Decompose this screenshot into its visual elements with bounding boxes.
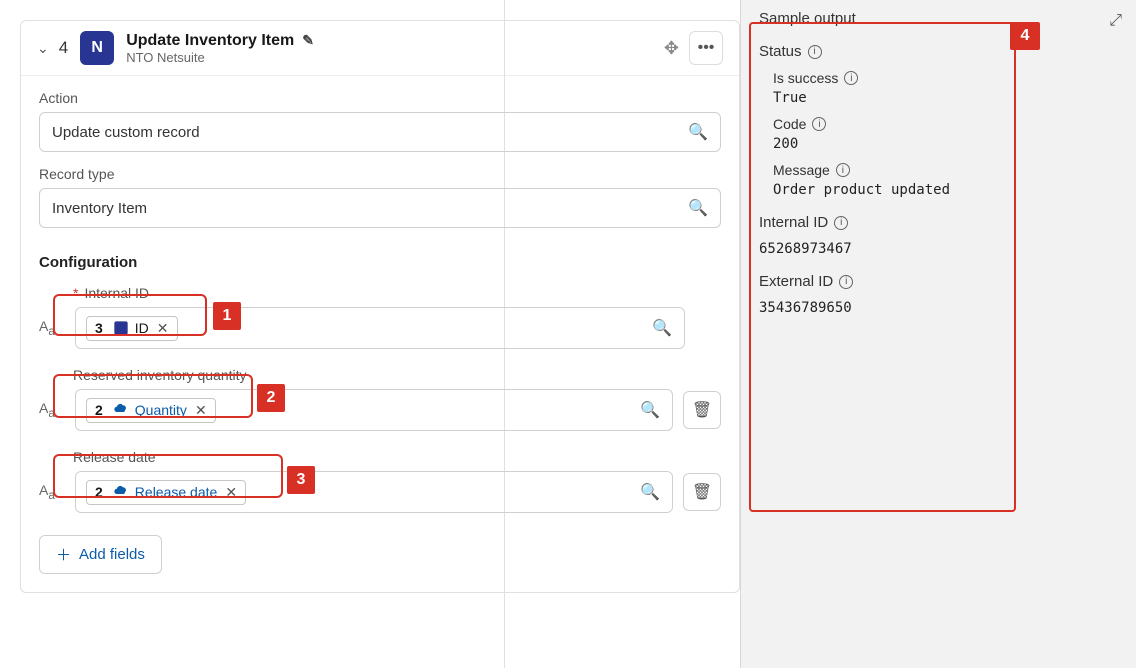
- internal-id-input[interactable]: 3 ID ✕ 🔍: [75, 307, 685, 349]
- info-icon[interactable]: i: [808, 45, 822, 59]
- search-icon: 🔍: [688, 198, 708, 218]
- is-success-value: True: [773, 90, 1118, 106]
- plus-icon: ＋: [56, 544, 71, 565]
- release-date-input[interactable]: 2 Release date ✕ 🔍: [75, 471, 673, 513]
- move-handle-icon[interactable]: ✥: [664, 38, 679, 59]
- step-card: ⌄ 4 N Update Inventory Item ✎ NTO Netsui…: [20, 20, 740, 593]
- salesforce-icon: [113, 484, 129, 500]
- remove-pill-icon[interactable]: ✕: [157, 320, 169, 337]
- search-icon: 🔍: [688, 122, 708, 142]
- netsuite-app-icon: N: [80, 31, 114, 65]
- code-value: 200: [773, 136, 1118, 152]
- release-date-pill[interactable]: 2 Release date ✕: [86, 480, 246, 505]
- text-type-icon: Aa: [39, 400, 65, 420]
- card-header: ⌄ 4 N Update Inventory Item ✎ NTO Netsui…: [21, 21, 739, 76]
- info-icon[interactable]: i: [834, 216, 848, 230]
- delete-field-button[interactable]: 🗑: [683, 391, 721, 429]
- action-select[interactable]: Update custom record 🔍: [39, 112, 721, 152]
- search-icon: 🔍: [640, 400, 660, 420]
- external-id-out-value: 35436789650: [759, 300, 1118, 316]
- action-label: Action: [39, 90, 721, 106]
- expand-icon[interactable]: ⤢: [1109, 12, 1122, 30]
- search-icon: 🔍: [640, 482, 660, 502]
- external-id-out-label: External ID: [759, 273, 833, 290]
- salesforce-icon: [113, 402, 129, 418]
- message-value: Order product updated: [773, 182, 1118, 198]
- text-type-icon: Aa: [39, 318, 65, 338]
- code-label: Code: [773, 116, 806, 132]
- info-icon[interactable]: i: [844, 71, 858, 85]
- record-type-label: Record type: [39, 166, 721, 182]
- internal-id-out-label: Internal ID: [759, 214, 828, 231]
- is-success-label: Is success: [773, 70, 838, 86]
- chevron-down-icon[interactable]: ⌄: [37, 40, 49, 57]
- remove-pill-icon[interactable]: ✕: [225, 484, 237, 501]
- text-type-icon: Aa: [39, 482, 65, 502]
- output-panel: ⤢ Sample output Statusi Is successi True…: [740, 0, 1136, 668]
- status-label: Status: [759, 43, 802, 60]
- edit-title-icon[interactable]: ✎: [302, 32, 314, 49]
- record-type-select[interactable]: Inventory Item 🔍: [39, 188, 721, 228]
- release-date-label: Release date: [73, 449, 721, 465]
- configuration-heading: Configuration: [39, 254, 721, 271]
- netsuite-icon: [113, 320, 129, 336]
- remove-pill-icon[interactable]: ✕: [195, 402, 207, 419]
- search-icon: 🔍: [652, 318, 672, 338]
- internal-id-label: Internal ID: [84, 285, 149, 301]
- action-value: Update custom record: [52, 124, 200, 141]
- step-subtitle: NTO Netsuite: [126, 50, 314, 65]
- internal-id-pill[interactable]: 3 ID ✕: [86, 316, 178, 341]
- record-type-value: Inventory Item: [52, 200, 147, 217]
- info-icon[interactable]: i: [836, 163, 850, 177]
- reserved-qty-pill[interactable]: 2 Quantity ✕: [86, 398, 216, 423]
- delete-field-button[interactable]: 🗑: [683, 473, 721, 511]
- step-title: Update Inventory Item: [126, 32, 294, 50]
- reserved-qty-input[interactable]: 2 Quantity ✕ 🔍: [75, 389, 673, 431]
- info-icon[interactable]: i: [812, 117, 826, 131]
- step-number: 4: [59, 38, 68, 58]
- reserved-qty-label: Reserved inventory quantity: [73, 367, 721, 383]
- message-label: Message: [773, 162, 830, 178]
- more-actions-button[interactable]: •••: [689, 31, 723, 65]
- info-icon[interactable]: i: [839, 275, 853, 289]
- output-title: Sample output: [759, 10, 1118, 27]
- internal-id-out-value: 65268973467: [759, 241, 1118, 257]
- add-fields-button[interactable]: ＋ Add fields: [39, 535, 162, 574]
